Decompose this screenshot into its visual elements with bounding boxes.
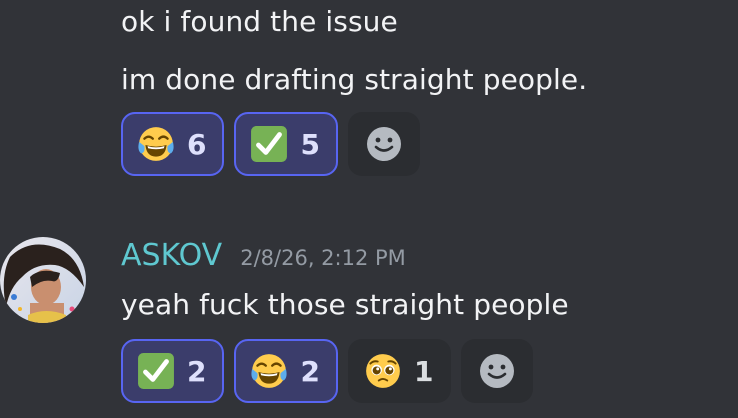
add-reaction-button[interactable] (347, 112, 420, 176)
reaction-check[interactable]: 5 (234, 112, 338, 176)
user-avatar-image (0, 237, 86, 323)
timestamp[interactable]: 2/8/26, 2:12 PM (240, 246, 406, 270)
reaction-joy[interactable]: 6 (121, 112, 225, 176)
reaction-pleading[interactable]: 1 (347, 339, 452, 403)
avatar[interactable] (0, 237, 86, 323)
pleading-face-emoji-icon (366, 354, 400, 388)
reaction-check[interactable]: 2 (121, 339, 225, 403)
message-line: im done drafting straight people. (121, 63, 588, 96)
reaction-count: 2 (187, 354, 207, 388)
reaction-count: 2 (300, 354, 320, 388)
joy-emoji-icon (138, 127, 174, 161)
reaction-count: 5 (300, 127, 320, 161)
chat-area: ok i found the issue im done drafting st… (0, 0, 738, 418)
add-reaction-button[interactable] (461, 339, 534, 403)
message-line: ok i found the issue (121, 5, 398, 38)
check-mark-emoji-icon (138, 353, 174, 389)
reaction-joy[interactable]: 2 (234, 339, 338, 403)
reaction-count: 6 (187, 127, 207, 161)
smiley-add-reaction-icon (480, 354, 515, 388)
reaction-bar: 2 2 1 (121, 339, 534, 403)
joy-emoji-icon (251, 354, 288, 388)
message-content: yeah fuck those straight people (121, 288, 569, 321)
check-mark-emoji-icon (251, 126, 288, 162)
smiley-add-reaction-icon (366, 127, 401, 161)
reaction-bar: 6 5 (121, 112, 420, 176)
username[interactable]: ASKOV (121, 238, 222, 273)
message-header: ASKOV 2/8/26, 2:12 PM (121, 238, 406, 273)
reaction-count: 1 (413, 354, 434, 388)
